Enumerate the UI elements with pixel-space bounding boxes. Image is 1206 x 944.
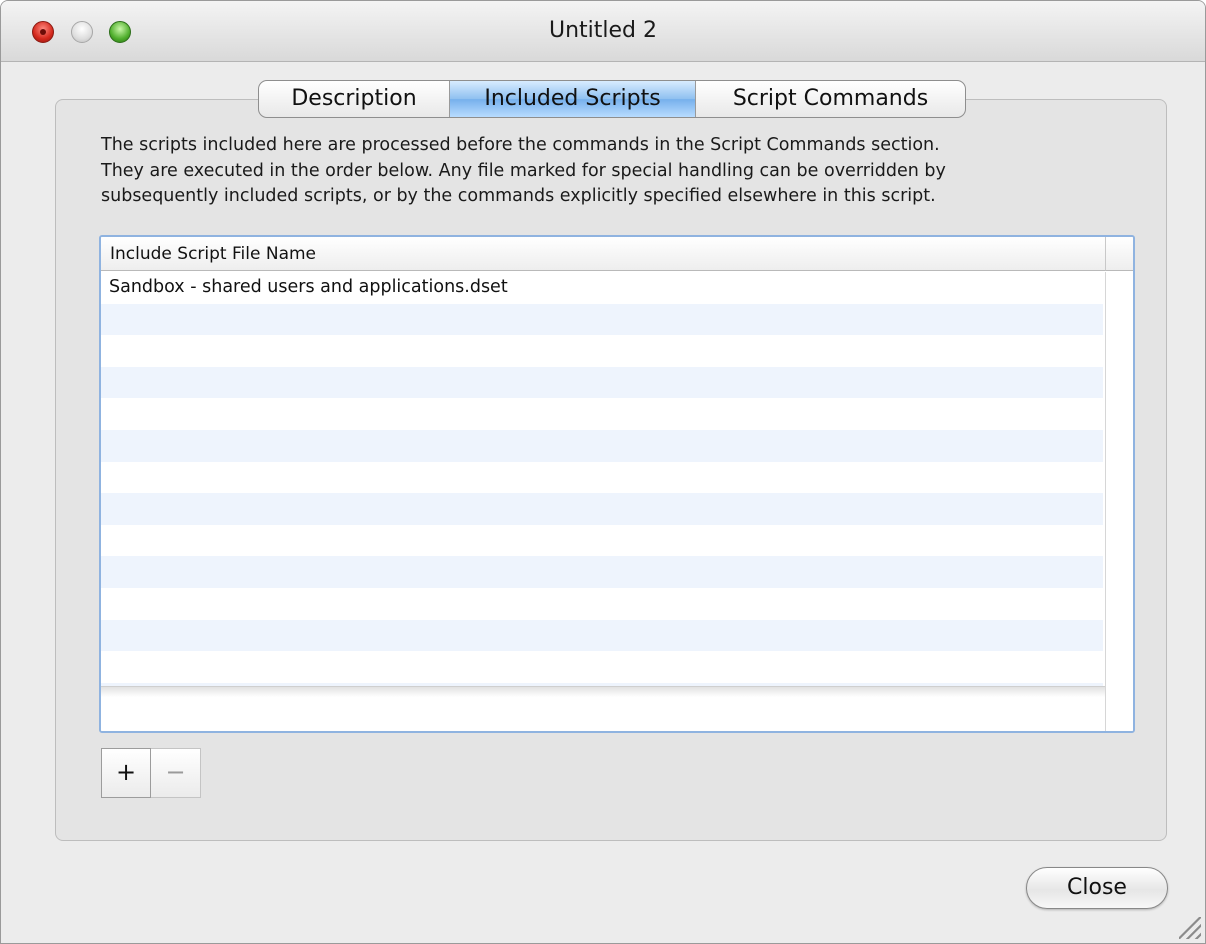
table-row-empty[interactable] <box>101 651 1103 683</box>
description-line: subsequently included scripts, or by the… <box>101 186 936 206</box>
table-row-empty[interactable] <box>101 429 1103 462</box>
table-row[interactable]: Sandbox - shared users and applications.… <box>101 272 1103 304</box>
column-header-file-name[interactable]: Include Script File Name <box>101 237 1105 271</box>
table-row-empty[interactable] <box>101 556 1103 588</box>
horizontal-scrollbar[interactable] <box>101 686 1105 731</box>
included-scripts-table[interactable]: Include Script File Name Sandbox - share… <box>99 235 1135 733</box>
title-bar[interactable]: Untitled 2 <box>1 1 1205 62</box>
table-row-empty[interactable] <box>101 619 1103 652</box>
close-button[interactable]: Close <box>1026 867 1168 909</box>
table-row-empty[interactable] <box>101 525 1103 557</box>
table-row-empty[interactable] <box>101 462 1103 494</box>
table-row-empty[interactable] <box>101 366 1103 399</box>
description-line: They are executed in the order below. An… <box>101 160 946 181</box>
description-line: The scripts included here are processed … <box>101 135 940 155</box>
add-script-button[interactable]: + <box>101 748 151 798</box>
remove-script-button[interactable]: − <box>151 748 201 798</box>
table-row-empty[interactable] <box>101 335 1103 367</box>
resize-grip-icon[interactable] <box>1179 917 1201 939</box>
table-row-empty[interactable] <box>101 303 1103 336</box>
description-text: The scripts included here are processed … <box>101 133 1141 210</box>
table-row-empty[interactable] <box>101 493 1103 525</box>
window-title: Untitled 2 <box>548 18 657 43</box>
table-rows: Sandbox - shared users and applications.… <box>101 272 1103 715</box>
header-corner <box>1105 237 1133 271</box>
tab-bar: Description Included Scripts Script Comm… <box>258 80 966 118</box>
tab-description[interactable]: Description <box>259 81 450 117</box>
tab-script-commands[interactable]: Script Commands <box>696 81 965 117</box>
vertical-scrollbar[interactable] <box>1105 272 1133 731</box>
table-row-empty[interactable] <box>101 588 1103 620</box>
window: Untitled 2 Description Included Scripts … <box>0 0 1206 944</box>
add-remove-group: + − <box>101 748 201 798</box>
tab-included-scripts[interactable]: Included Scripts <box>450 81 696 117</box>
table-row-empty[interactable] <box>101 398 1103 430</box>
